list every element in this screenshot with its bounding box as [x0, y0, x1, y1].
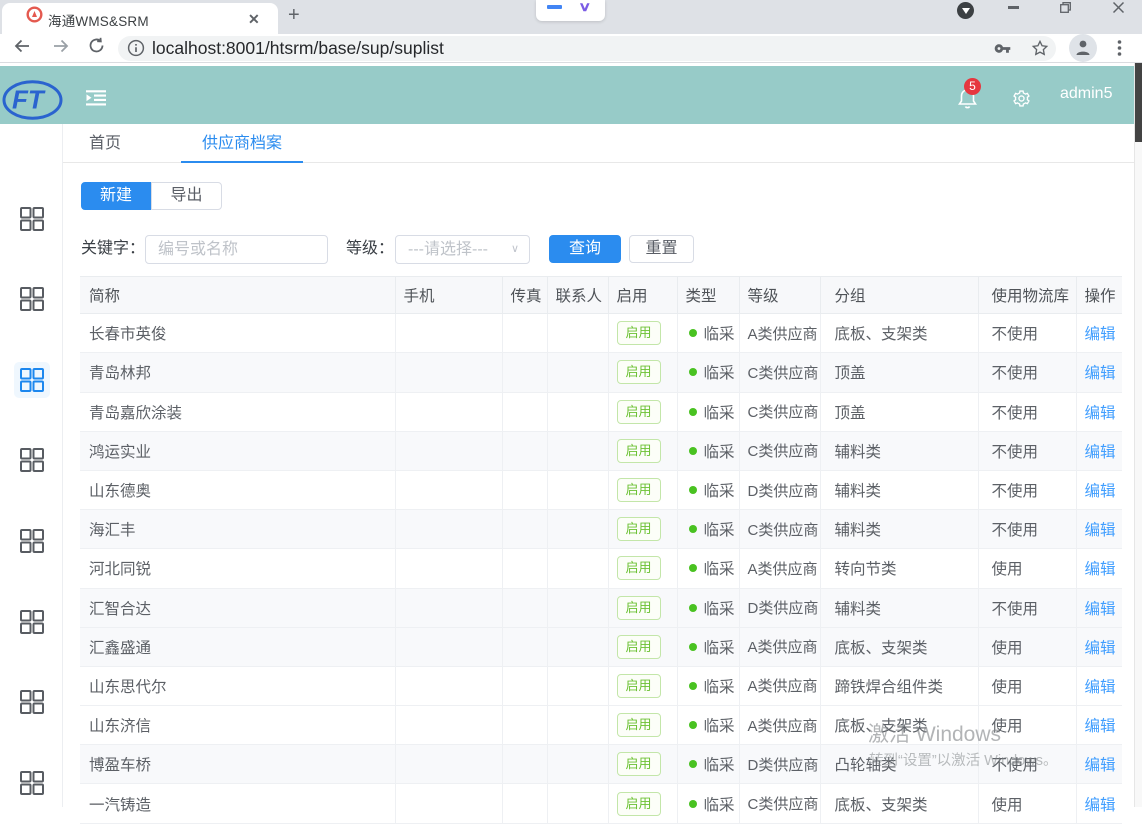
svg-text:FT: FT: [12, 85, 46, 115]
